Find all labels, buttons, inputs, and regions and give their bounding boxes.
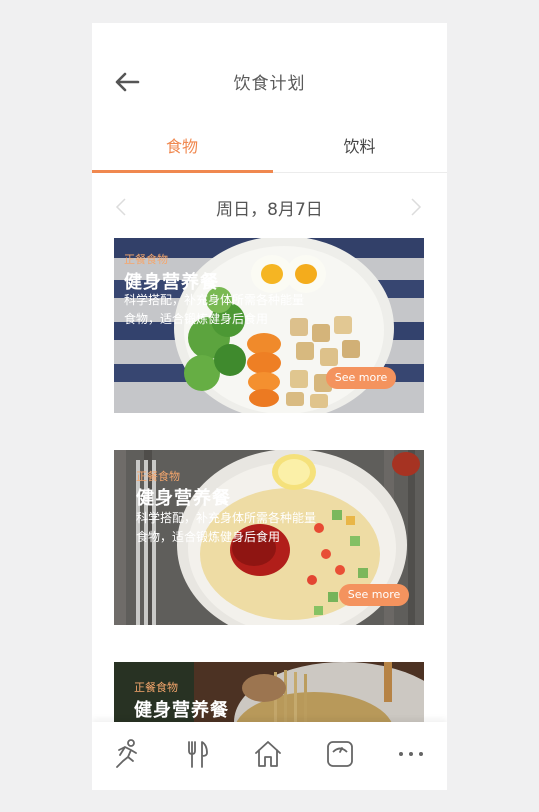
card-title: 健身营养餐 — [136, 488, 231, 509]
bottom-nav — [92, 722, 447, 790]
card-title: 健身营养餐 — [134, 700, 229, 721]
current-date: 周日，8月7日 — [216, 200, 323, 220]
card-description-line: 食物，适合锻炼健身后食用 — [136, 530, 281, 544]
card-description-line: 科学搭配，补充身体所需各种能量 — [136, 511, 317, 525]
card-description: 科学搭配，补充身体所需各种能量 食物，适合锻炼健身后食用 — [136, 509, 356, 547]
card-tag: 正餐食物 — [136, 470, 180, 483]
card-tag: 正餐食物 — [134, 681, 178, 694]
see-more-button[interactable]: See more — [326, 367, 396, 389]
tab-drinks[interactable]: 饮料 — [272, 131, 447, 173]
fork-knife-icon[interactable] — [180, 737, 214, 771]
more-icon[interactable] — [394, 737, 428, 771]
card-description-line: 科学搭配，补充身体所需各种能量 — [124, 293, 305, 307]
running-icon[interactable] — [109, 737, 143, 771]
page-title: 饮食计划 — [233, 74, 306, 94]
meal-card[interactable]: 正餐食物 健身营养餐 科学搭配，补充身体所需各种能量 食物，适合锻炼健身后食用 … — [114, 450, 424, 625]
tab-active-indicator — [92, 170, 273, 173]
tab-food[interactable]: 食物 — [92, 131, 272, 173]
scale-icon[interactable] — [323, 737, 357, 771]
card-description-line: 食物，适合锻炼健身后食用 — [124, 312, 269, 326]
chevron-right-icon[interactable] — [405, 197, 425, 217]
card-description: 科学搭配，补充身体所需各种能量 食物，适合锻炼健身后食用 — [124, 291, 344, 329]
home-icon[interactable] — [251, 737, 285, 771]
tab-bar: 食物 饮料 — [92, 131, 447, 173]
date-bar: 周日，8月7日 — [92, 191, 447, 223]
header: 饮食计划 — [92, 61, 447, 103]
app-screen: 饮食计划 食物 饮料 周日，8月7日 正餐食物 健身营养餐 科学搭配，补充身体所… — [92, 23, 447, 790]
card-tag: 正餐食物 — [124, 253, 168, 266]
see-more-button[interactable]: See more — [339, 584, 409, 606]
meal-card[interactable]: 正餐食物 健身营养餐 科学搭配，补充身体所需各种能量 食物，适合锻炼健身后食用 … — [114, 238, 424, 413]
